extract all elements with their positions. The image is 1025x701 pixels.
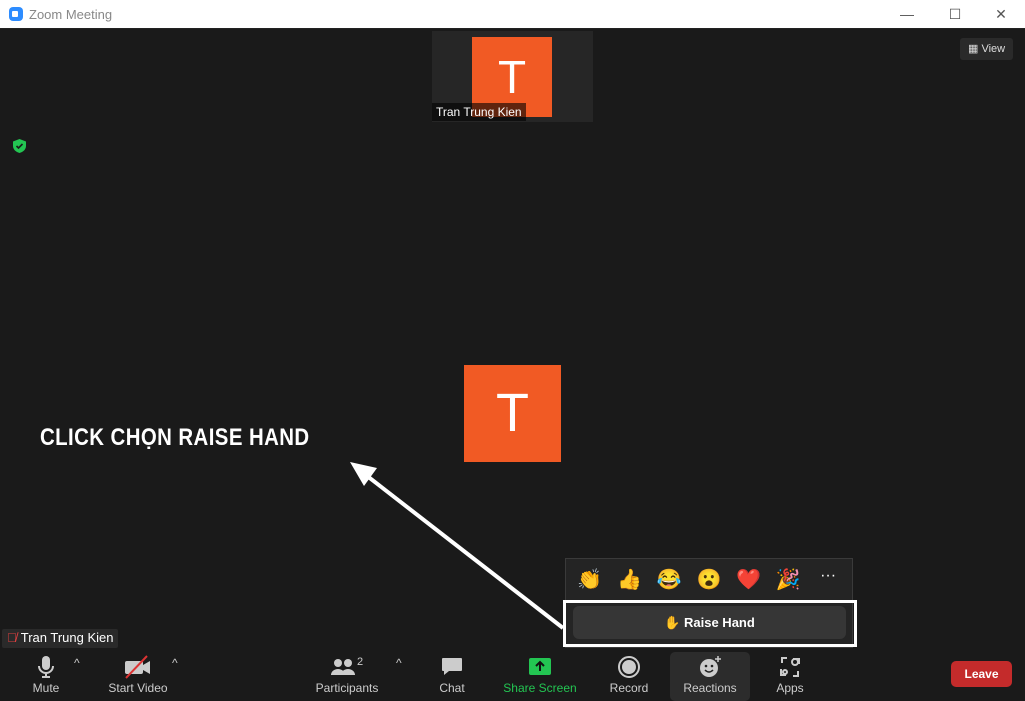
audio-options-caret-icon[interactable]: ^: [74, 656, 80, 670]
raise-hand-button[interactable]: ✋ Raise Hand: [573, 606, 846, 639]
reaction-heart[interactable]: ❤️: [733, 567, 765, 592]
start-video-button[interactable]: Start Video: [104, 652, 172, 701]
reaction-open-mouth[interactable]: 😮: [693, 567, 725, 592]
chat-label: Chat: [439, 681, 465, 695]
microphone-icon: [38, 656, 54, 678]
chat-icon: [442, 658, 462, 675]
chat-button[interactable]: Chat: [432, 652, 472, 701]
reaction-clap[interactable]: 👏: [574, 567, 606, 592]
reactions-smiley-icon: [700, 656, 721, 677]
participants-count: 2: [357, 656, 363, 668]
video-off-icon: [125, 655, 150, 679]
leave-button[interactable]: Leave: [951, 661, 1012, 687]
apps-button[interactable]: Apps: [772, 652, 808, 701]
record-button[interactable]: Record: [606, 652, 652, 701]
self-name-tag: 🎙̸ Tran Trung Kien: [2, 629, 119, 648]
participants-button[interactable]: 2 Participants: [312, 652, 382, 701]
share-screen-label: Share Screen: [503, 681, 577, 695]
reaction-thumbs-up[interactable]: 👍: [614, 567, 646, 592]
more-reactions-button[interactable]: ···: [812, 567, 844, 592]
raise-hand-label: Raise Hand: [684, 615, 755, 630]
participants-options-caret-icon[interactable]: ^: [396, 656, 402, 670]
self-name: Tran Trung Kien: [20, 630, 114, 645]
participants-icon: 2: [331, 656, 363, 675]
muted-mic-icon: 🎙̸: [7, 630, 17, 645]
share-screen-button[interactable]: Share Screen: [502, 652, 578, 701]
start-video-label: Start Video: [108, 681, 168, 695]
video-options-caret-icon[interactable]: ^: [172, 656, 178, 670]
reaction-tada[interactable]: 🎉: [772, 567, 804, 592]
record-label: Record: [609, 681, 649, 695]
record-icon: [618, 656, 640, 678]
hand-icon: ✋: [664, 615, 681, 630]
participants-label: Participants: [315, 681, 379, 695]
reactions-button[interactable]: Reactions: [670, 652, 750, 701]
reactions-label: Reactions: [683, 681, 737, 695]
reaction-joy[interactable]: 😂: [653, 567, 685, 592]
instruction-arrow: [350, 462, 565, 630]
share-screen-icon: [529, 658, 551, 675]
apps-label: Apps: [776, 681, 804, 695]
mute-label: Mute: [32, 681, 60, 695]
mute-button[interactable]: Mute: [26, 652, 66, 701]
apps-icon: [780, 657, 800, 677]
